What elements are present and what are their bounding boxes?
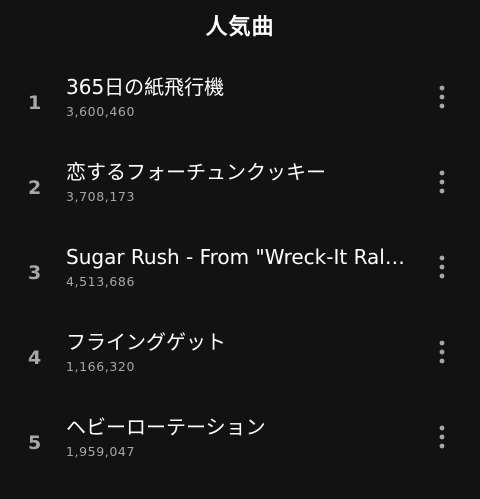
track-row[interactable]: 4 フライングゲット 1,166,320 (0, 309, 480, 394)
track-title: Sugar Rush - From "Wreck-It Ralp... (66, 245, 408, 269)
track-row[interactable]: 2 恋するフォーチュンクッキー 3,708,173 (0, 139, 480, 224)
more-options-button[interactable] (422, 247, 462, 287)
track-play-count: 1,959,047 (66, 444, 136, 459)
track-rank: 1 (28, 91, 42, 114)
track-info: ヘビーローテーション 1,959,047 (66, 414, 422, 459)
track-row[interactable]: 5 ヘビーローテーション 1,959,047 (0, 394, 480, 479)
popular-tracks-screen: 人気曲 1 365日の紙飛行機 3,600,460 2 恋するフォーチュンクッキ… (0, 0, 480, 499)
track-info: 365日の紙飛行機 3,600,460 (66, 74, 422, 119)
track-title: フライングゲット (66, 330, 226, 354)
section-title: 人気曲 (205, 15, 275, 40)
more-options-button[interactable] (422, 162, 462, 202)
track-rank: 4 (28, 346, 42, 369)
section-header: 人気曲 (0, 0, 480, 50)
track-row[interactable]: 1 365日の紙飛行機 3,600,460 (0, 54, 480, 139)
track-play-count: 3,708,173 (66, 189, 136, 204)
track-rank: 5 (28, 431, 42, 454)
more-vertical-icon (439, 340, 445, 363)
track-title: 365日の紙飛行機 (66, 75, 225, 99)
track-info: フライングゲット 1,166,320 (66, 329, 422, 374)
track-play-count: 3,600,460 (66, 104, 136, 119)
track-rank: 2 (28, 176, 42, 199)
more-options-button[interactable] (422, 332, 462, 372)
more-vertical-icon (439, 425, 445, 448)
track-play-count: 4,513,686 (66, 274, 136, 289)
more-vertical-icon (439, 255, 445, 278)
track-title: ヘビーローテーション (66, 415, 266, 439)
more-vertical-icon (439, 85, 445, 108)
track-row[interactable]: 3 Sugar Rush - From "Wreck-It Ralp... 4,… (0, 224, 480, 309)
track-list: 1 365日の紙飛行機 3,600,460 2 恋するフォーチュンクッキー 3,… (0, 54, 480, 479)
more-vertical-icon (439, 170, 445, 193)
track-info: 恋するフォーチュンクッキー 3,708,173 (66, 159, 422, 204)
track-title: 恋するフォーチュンクッキー (66, 160, 326, 184)
track-play-count: 1,166,320 (66, 359, 136, 374)
track-rank: 3 (28, 261, 42, 284)
more-options-button[interactable] (422, 417, 462, 457)
track-info: Sugar Rush - From "Wreck-It Ralp... 4,51… (66, 244, 422, 289)
more-options-button[interactable] (422, 77, 462, 117)
